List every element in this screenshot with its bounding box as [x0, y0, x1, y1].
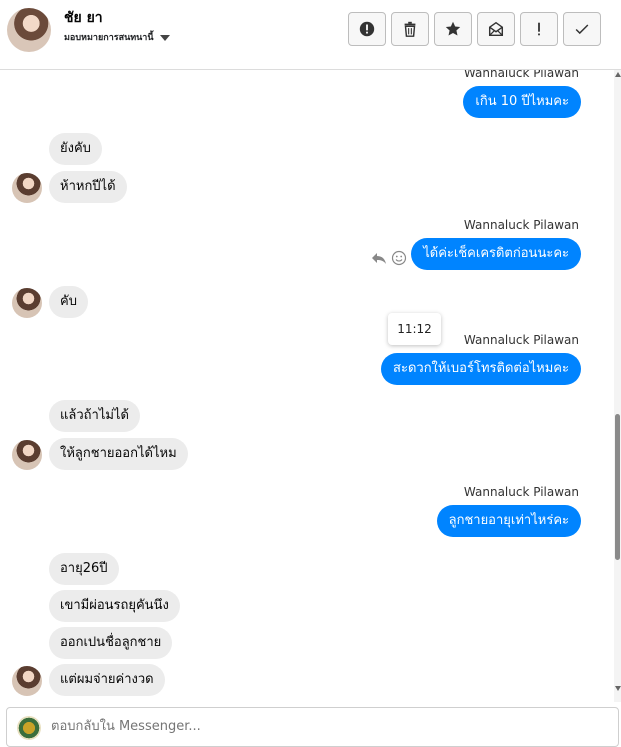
star-icon: [445, 21, 461, 36]
sender-name: Wannaluck Pilawan: [463, 485, 579, 499]
message-thread[interactable]: Wannaluck Pilawan เกิน 10 ปีไหมคะ ยังคับ…: [0, 70, 614, 702]
sender-name: Wannaluck Pilawan: [463, 70, 579, 80]
done-button[interactable]: [563, 12, 601, 46]
incoming-message[interactable]: ให้ลูกชายออกได้ไหม: [49, 438, 188, 470]
reply-input[interactable]: [51, 716, 531, 736]
contact-avatar-small[interactable]: [12, 173, 42, 203]
incoming-message[interactable]: คับ: [49, 286, 88, 318]
spam-button[interactable]: [348, 12, 386, 46]
incoming-message[interactable]: ออกเปนชื่อลูกชาย: [49, 627, 173, 659]
contact-avatar-small[interactable]: [12, 288, 42, 318]
reply-icon[interactable]: [371, 250, 387, 266]
outgoing-message[interactable]: ลูกชายอายุเท่าไหร่คะ: [436, 505, 581, 537]
contact-name[interactable]: ชัย ยา: [64, 7, 103, 29]
star-button[interactable]: [434, 12, 472, 46]
thread-scrollbar[interactable]: [614, 70, 621, 702]
outgoing-message[interactable]: ได้ค่ะเช็คเครดิตก่อนนะคะ: [411, 238, 581, 270]
outgoing-message[interactable]: สะดวกให้เบอร์โทรติดต่อไหมคะ: [381, 353, 581, 385]
assign-conversation-dropdown[interactable]: มอบหมายการสนทนานี้: [64, 30, 170, 44]
contact-avatar-small[interactable]: [12, 666, 42, 696]
alert-circle-icon: [359, 21, 375, 37]
message-actions: [371, 250, 407, 266]
important-button[interactable]: [520, 12, 558, 46]
incoming-message[interactable]: แต่ผมจ่ายค่างวด: [49, 664, 165, 696]
contact-avatar[interactable]: [7, 8, 51, 52]
emoji-icon[interactable]: [391, 250, 407, 266]
incoming-message[interactable]: อายุ26ปี: [49, 553, 119, 585]
scroll-up-arrow-icon[interactable]: [615, 72, 621, 77]
contact-avatar-small[interactable]: [12, 440, 42, 470]
incoming-message[interactable]: ยังคับ: [49, 133, 102, 165]
reply-composer: [6, 707, 619, 747]
envelope-icon: [488, 21, 504, 37]
trash-icon: [404, 21, 416, 37]
incoming-message[interactable]: เขามีผ่อนรถยุคันนึง: [49, 590, 180, 622]
sender-name: Wannaluck Pilawan: [463, 218, 579, 232]
page-avatar: [17, 716, 41, 740]
scrollbar-thumb[interactable]: [615, 414, 620, 560]
caret-down-icon: [159, 34, 170, 41]
scroll-down-arrow-icon[interactable]: [615, 686, 621, 691]
timestamp-tooltip: 11:12: [388, 313, 441, 345]
exclamation-icon: [538, 22, 540, 36]
delete-button[interactable]: [391, 12, 429, 46]
check-icon: [575, 24, 589, 35]
sender-name: Wannaluck Pilawan: [463, 333, 579, 347]
incoming-message[interactable]: ห้าหกปีได้: [49, 171, 127, 203]
incoming-message[interactable]: แล้วถ้าไม่ได้: [49, 400, 140, 432]
outgoing-message[interactable]: เกิน 10 ปีไหมคะ: [463, 86, 581, 118]
mark-unread-button[interactable]: [477, 12, 515, 46]
conversation-header: ชัย ยา มอบหมายการสนทนานี้: [0, 0, 621, 70]
assign-conversation-label: มอบหมายการสนทนานี้: [64, 33, 154, 43]
conversation-toolbar: [348, 12, 601, 46]
